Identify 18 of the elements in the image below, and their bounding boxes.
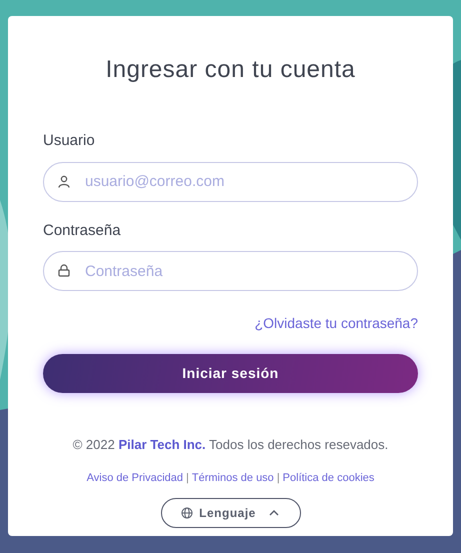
user-icon	[58, 174, 70, 188]
chevron-icon	[268, 509, 280, 517]
field-label: Usuario	[43, 131, 96, 151]
lock-icon	[58, 264, 70, 277]
language-button[interactable]: Lenguaje	[160, 498, 300, 528]
login-button[interactable]: Iniciar sesión	[43, 354, 418, 393]
legal-link[interactable]: Aviso de Privacidad	[86, 470, 184, 486]
password-field[interactable]: Contraseña	[43, 251, 418, 291]
field-label: Contraseña	[43, 220, 122, 240]
link-separator: |	[276, 470, 280, 486]
forgot-password-link[interactable]: ¿Olvidaste tu contraseña?	[254, 313, 418, 334]
login-title: Ingresar con tu cuenta	[104, 55, 356, 85]
copyright-text: © 2022 Pilar Tech Inc. Todos los derechos resevados.	[72, 436, 390, 454]
legal-link[interactable]: Política de cookies	[282, 470, 374, 486]
username-field[interactable]: usuario@correo.com	[43, 162, 418, 202]
link-separator: |	[186, 470, 189, 486]
legal-link[interactable]: Términos de uso	[192, 470, 274, 486]
globe-icon	[181, 507, 194, 519]
